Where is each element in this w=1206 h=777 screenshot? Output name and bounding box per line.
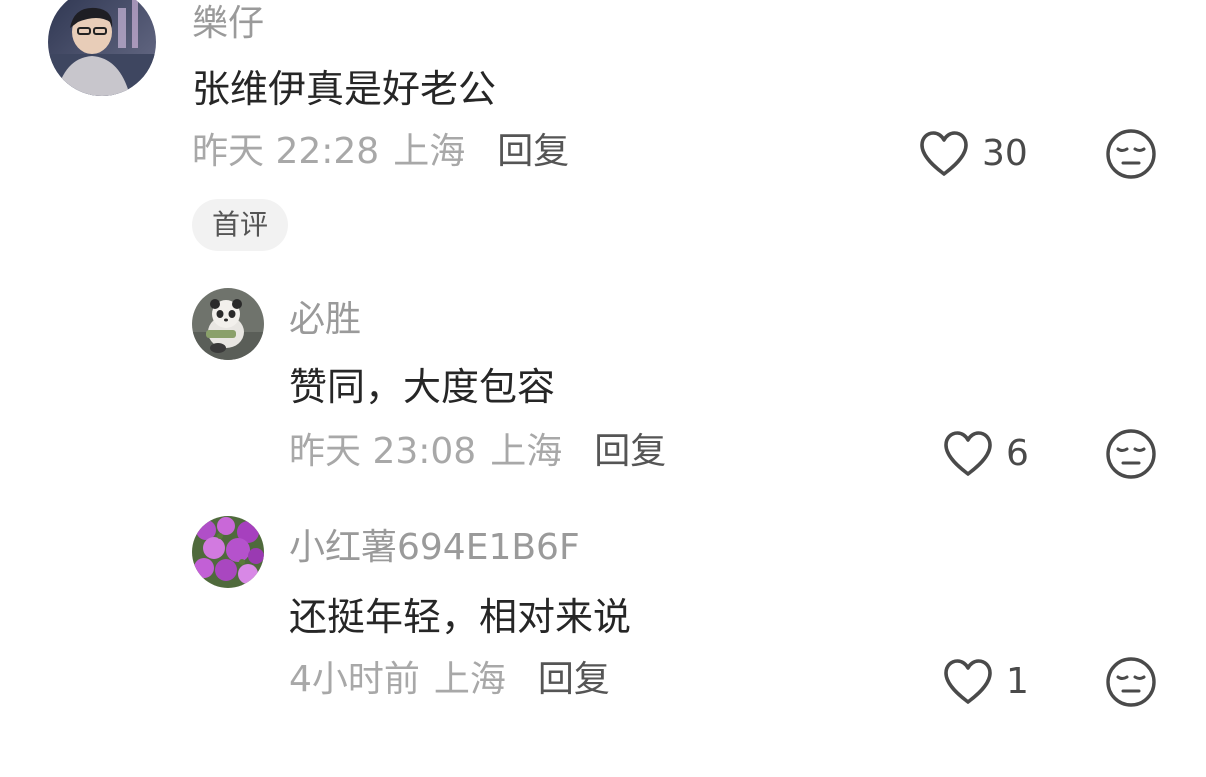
reply-button[interactable]: 回复 (538, 659, 610, 700)
first-comment-badge: 首评 (192, 199, 289, 251)
comment-time: 昨天 22:28 (192, 131, 380, 172)
comment-text: 赞同，大度包容 (289, 365, 556, 409)
comment-meta: 昨天 23:08 上海 回复 (289, 434, 666, 470)
like-button[interactable]: 1 (942, 658, 1029, 706)
reply-button[interactable]: 回复 (497, 131, 569, 172)
username[interactable]: 必胜 (289, 302, 361, 338)
reply-button[interactable]: 回复 (594, 431, 666, 472)
like-count: 30 (982, 133, 1028, 174)
heart-outline-icon (918, 130, 970, 178)
username[interactable]: 樂仔 (192, 6, 264, 42)
avatar[interactable] (48, 0, 156, 96)
unamused-face-icon[interactable] (1105, 128, 1157, 180)
comment-time: 昨天 23:08 (289, 431, 477, 472)
unamused-face-icon[interactable] (1105, 656, 1157, 708)
comment-text: 张维伊真是好老公 (192, 67, 497, 111)
comment-text: 还挺年轻，相对来说 (289, 595, 632, 639)
unamused-face-icon[interactable] (1105, 428, 1157, 480)
comment-time: 4小时前 (289, 659, 420, 700)
like-button[interactable]: 30 (918, 130, 1028, 178)
comment-meta: 昨天 22:28 上海 回复 (192, 134, 569, 170)
username[interactable]: 小红薯694E1B6F (289, 530, 580, 566)
comment-meta: 4小时前 上海 回复 (289, 662, 610, 698)
like-count: 1 (1006, 661, 1029, 702)
comment-location: 上海 (490, 431, 563, 472)
avatar[interactable] (192, 288, 264, 360)
avatar[interactable] (192, 516, 264, 588)
heart-outline-icon (942, 430, 994, 478)
comment-location: 上海 (393, 131, 466, 172)
like-count: 6 (1006, 433, 1029, 474)
like-button[interactable]: 6 (942, 430, 1029, 478)
heart-outline-icon (942, 658, 994, 706)
comment-location: 上海 (433, 659, 506, 700)
